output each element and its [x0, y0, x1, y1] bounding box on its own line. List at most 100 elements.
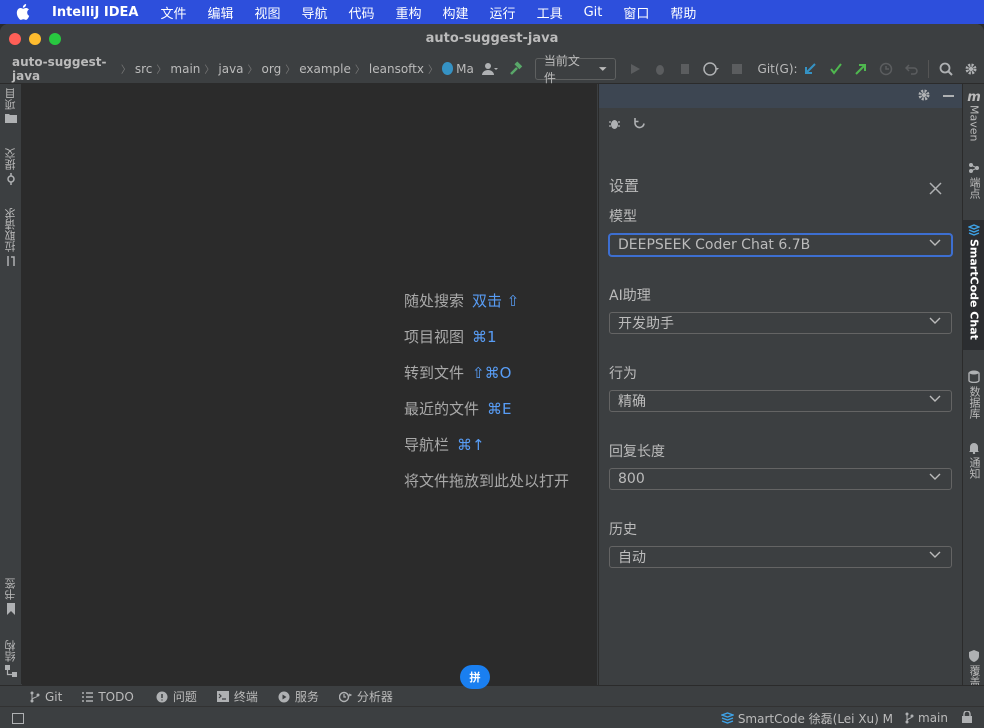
git-push-icon[interactable] [853, 61, 868, 77]
reply-length-select[interactable]: 800 [609, 468, 952, 490]
lock-icon[interactable] [962, 709, 972, 726]
assistant-label: AI助理 [609, 288, 651, 304]
menu-git[interactable]: Git [584, 5, 603, 20]
chevron-down-icon [598, 66, 607, 71]
toggle-tool-windows-icon[interactable] [12, 712, 24, 724]
settings-title: 设置 [609, 177, 640, 195]
build-hammer-icon[interactable] [508, 60, 524, 77]
git-commit-icon[interactable] [828, 61, 843, 77]
tool-tab-pull-requests[interactable]: 拉取请求 [0, 208, 21, 267]
tool-tab-profiler[interactable]: 分析器 [338, 688, 393, 705]
run-config-select[interactable]: 当前文件 [534, 54, 617, 85]
search-icon[interactable] [938, 61, 953, 77]
title-bar: auto-suggest-java [0, 24, 984, 54]
hint-navigation-bar-text: 导航栏 [404, 436, 450, 454]
breadcrumb-main[interactable]: main [170, 62, 200, 76]
breadcrumb-project[interactable]: auto-suggest-java [12, 55, 117, 83]
tool-tab-endpoints[interactable]: 端点 [963, 162, 984, 199]
coverage-icon[interactable] [678, 61, 693, 77]
tool-tab-profiler-label: 分析器 [356, 690, 393, 704]
panel-gear-icon[interactable] [917, 88, 931, 105]
menu-tools[interactable]: 工具 [537, 3, 563, 22]
behavior-label: 行为 [609, 366, 637, 382]
debug-icon[interactable] [653, 61, 668, 77]
tool-tab-structure[interactable]: 结构 [0, 640, 21, 677]
ime-indicator[interactable]: 拼 [460, 665, 490, 689]
user-icon[interactable] [481, 61, 498, 77]
menu-file[interactable]: 文件 [160, 3, 186, 22]
tool-tab-commit[interactable]: 提交 [0, 148, 21, 185]
tool-tab-terminal[interactable]: 终端 [216, 688, 258, 705]
tool-tab-notifications[interactable]: 通知 [963, 442, 984, 479]
tool-tab-database[interactable]: 数据库 [963, 370, 984, 419]
close-icon[interactable] [929, 182, 942, 198]
tool-tab-git[interactable]: Git [30, 690, 62, 704]
menu-refactor[interactable]: 重构 [396, 3, 422, 22]
history-select-value: 自动 [618, 550, 646, 566]
rollback-icon[interactable] [904, 61, 919, 77]
menu-help[interactable]: 帮助 [670, 3, 696, 22]
git-update-icon[interactable] [803, 61, 818, 77]
assistant-select[interactable]: 开发助手 [609, 312, 952, 334]
minimize-icon[interactable] [943, 95, 954, 97]
menu-edit[interactable]: 编辑 [207, 3, 233, 22]
tool-tab-structure-label: 结构 [3, 640, 17, 662]
database-icon [968, 370, 980, 383]
bookmark-icon [6, 603, 15, 615]
gear-icon[interactable] [964, 61, 979, 77]
smartcode-status-label: SmartCode 徐磊(Lei Xu) M [737, 711, 894, 726]
breadcrumb-example[interactable]: example [299, 62, 351, 76]
tool-tab-problems[interactable]: 问题 [156, 688, 197, 705]
app-name[interactable]: IntelliJ IDEA [52, 5, 138, 20]
run-icon[interactable] [627, 61, 642, 77]
bug-icon[interactable] [608, 117, 621, 133]
tool-tab-todo[interactable]: TODO [82, 689, 134, 704]
breadcrumb-file[interactable]: Ma [456, 62, 474, 76]
chevron-down-icon [929, 239, 941, 246]
window-title: auto-suggest-java [425, 31, 559, 46]
refresh-icon[interactable] [633, 117, 646, 133]
tool-tab-project[interactable]: 项目 [0, 88, 21, 123]
tool-tab-database-label: 数据库 [968, 386, 981, 419]
tool-tab-maven[interactable]: m Maven [963, 90, 984, 141]
model-select-value: DEEPSEEK Coder Chat 6.7B [618, 237, 811, 253]
tool-tab-git-label: Git [45, 689, 63, 704]
menu-view[interactable]: 视图 [254, 3, 280, 22]
smartcode-icon [968, 224, 980, 236]
hint-search-everywhere: 随处搜索 双击 ⇧ [404, 290, 519, 311]
git-branch-widget[interactable]: main [905, 711, 948, 725]
history-select[interactable]: 自动 [609, 546, 952, 568]
tool-tab-services[interactable]: 服务 [278, 688, 319, 705]
tool-tab-bookmarks[interactable]: 书签 [0, 578, 21, 615]
breadcrumb-org[interactable]: org [262, 62, 282, 76]
git-branch-label: main [918, 711, 948, 725]
menu-code[interactable]: 代码 [349, 3, 375, 22]
tool-tab-terminal-label: 终端 [233, 690, 258, 704]
tool-tab-bookmarks-label: 书签 [3, 578, 17, 600]
menu-build[interactable]: 构建 [443, 3, 469, 22]
behavior-select[interactable]: 精确 [609, 390, 952, 412]
assistant-select-value: 开发助手 [618, 316, 674, 332]
tool-tab-problems-label: 问题 [172, 690, 197, 704]
breadcrumb-leansoftx[interactable]: leansoftx [369, 62, 424, 76]
profile-icon[interactable] [703, 61, 720, 77]
folder-icon [4, 114, 17, 123]
hint-goto-file-text: 转到文件 [404, 364, 465, 382]
hint-recent-files-key: ⌘E [487, 400, 512, 418]
smartcode-status[interactable]: SmartCode 徐磊(Lei Xu) M [720, 710, 894, 727]
menu-run[interactable]: 运行 [490, 3, 516, 22]
history-icon[interactable] [879, 61, 894, 77]
tool-tab-todo-label: TODO [98, 689, 134, 704]
breadcrumb-java[interactable]: java [218, 62, 243, 76]
hint-goto-file-key: ⇧⌘O [472, 364, 512, 382]
stop-icon[interactable] [729, 61, 744, 77]
apple-icon[interactable] [14, 3, 32, 21]
editor-area[interactable]: 随处搜索 双击 ⇧ 项目视图 ⌘1 转到文件 ⇧⌘O 最近的文件 ⌘E 导航栏 ⌘↑ 将文… [22, 84, 597, 685]
breadcrumb-src[interactable]: src [135, 62, 153, 76]
menu-navigate[interactable]: 导航 [301, 3, 327, 22]
chevron-down-icon [929, 395, 941, 402]
model-select[interactable]: DEEPSEEK Coder Chat 6.7B [609, 234, 952, 256]
menu-window[interactable]: 窗口 [623, 3, 649, 22]
tool-tab-smartcode-chat[interactable]: SmartCode Chat [963, 220, 984, 350]
git-label: Git(G): [757, 61, 798, 76]
